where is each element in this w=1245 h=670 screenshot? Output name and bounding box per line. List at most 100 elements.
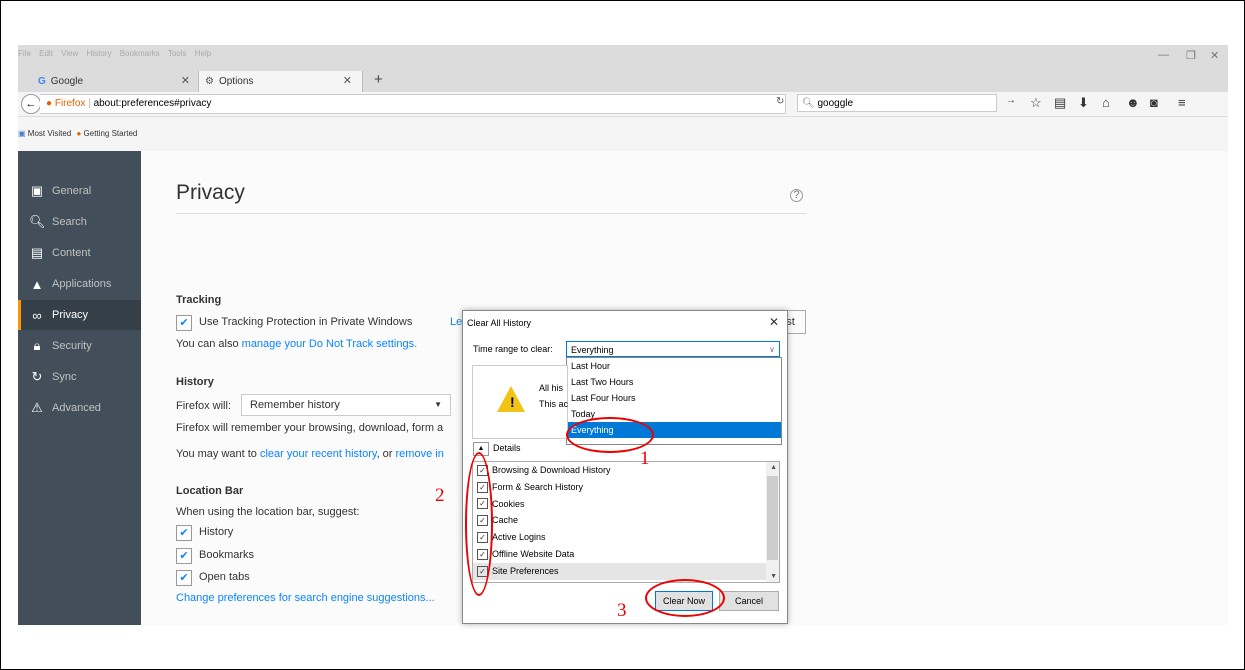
annotation-number-1: 1 bbox=[640, 448, 650, 469]
tracking-protection-checkbox[interactable]: ✔ bbox=[176, 315, 192, 331]
clear-recent-history-link[interactable]: clear your recent history bbox=[260, 448, 377, 460]
sidebar-item-general[interactable]: ▣ General bbox=[18, 176, 141, 206]
list-item-offline-data[interactable]: ✓ Offline Website Data bbox=[473, 546, 779, 563]
sidebar-item-sync[interactable]: ↻ Sync bbox=[18, 362, 141, 392]
list-item-cache[interactable]: ✓ Cache bbox=[473, 512, 779, 529]
range-option-last-four-hours[interactable]: Last Four Hours bbox=[567, 390, 781, 406]
menu-view[interactable]: View bbox=[61, 49, 78, 58]
minimize-icon[interactable]: — bbox=[1158, 49, 1169, 61]
pocket-icon[interactable]: ◙ bbox=[1150, 95, 1158, 110]
tab-bar: G Google ✕ ⚙ Options ✕ + bbox=[18, 70, 1228, 92]
home-icon[interactable]: ⌂ bbox=[1102, 95, 1110, 110]
suggest-bookmarks-label: Bookmarks bbox=[199, 549, 255, 561]
preferences-sidebar: ▣ General 🔍︎ Search ▤ Content ▲ Applications… bbox=[18, 151, 141, 625]
close-tab-icon[interactable]: ✕ bbox=[181, 74, 190, 87]
sidebar-item-privacy[interactable]: ∞ Privacy bbox=[18, 300, 141, 330]
url-text: about:preferences#privacy bbox=[93, 98, 212, 109]
scroll-thumb[interactable] bbox=[767, 476, 778, 560]
hello-icon[interactable]: ☻ bbox=[1126, 95, 1140, 110]
suggest-history-label: History bbox=[199, 526, 234, 538]
bookmark-star-icon[interactable]: ☆ bbox=[1030, 95, 1042, 111]
advanced-icon: ⚠ bbox=[31, 400, 43, 415]
chevron-down-icon: ∨ bbox=[769, 345, 775, 354]
list-item-browsing-history[interactable]: ✓ Browsing & Download History bbox=[473, 462, 779, 479]
search-icon: 🔍︎ bbox=[29, 214, 46, 229]
gear-icon: ⚙ bbox=[205, 76, 214, 87]
list-item-site-preferences[interactable]: ✓ Site Preferences bbox=[473, 562, 779, 580]
dialog-close-icon[interactable]: ✕ bbox=[769, 315, 779, 329]
scroll-down-icon[interactable]: ▼ bbox=[770, 573, 777, 580]
time-range-select[interactable]: Everything ∨ bbox=[566, 341, 780, 357]
search-go-icon[interactable]: → bbox=[1006, 95, 1016, 106]
history-description: Firefox will remember your browsing, dow… bbox=[176, 422, 444, 434]
location-bar-heading: Location Bar bbox=[176, 485, 244, 497]
menu-bookmarks[interactable]: Bookmarks bbox=[120, 49, 160, 58]
tracking-heading: Tracking bbox=[176, 294, 222, 306]
list-item-cookies[interactable]: ✓ Cookies bbox=[473, 496, 779, 513]
menu-file[interactable]: File bbox=[18, 49, 31, 58]
new-tab-icon[interactable]: + bbox=[374, 71, 383, 88]
search-bar[interactable]: 🔍︎ googgle bbox=[797, 94, 997, 112]
scroll-up-icon[interactable]: ▲ bbox=[770, 464, 777, 471]
history-heading: History bbox=[176, 376, 214, 388]
most-visited-icon: ▣ bbox=[18, 129, 26, 138]
warning-line-1: All his bbox=[539, 383, 564, 393]
range-option-last-two-hours[interactable]: Last Two Hours bbox=[567, 374, 781, 390]
reading-list-icon[interactable]: ▤ bbox=[1054, 95, 1066, 111]
suggest-history-checkbox[interactable]: ✔ bbox=[176, 525, 192, 541]
nav-bar: ← ● Firefox | about:preferences#privacy … bbox=[18, 92, 1228, 117]
close-tab-icon[interactable]: ✕ bbox=[343, 74, 352, 87]
sidebar-item-search[interactable]: 🔍︎ Search bbox=[18, 207, 141, 237]
range-option-last-hour[interactable]: Last Hour bbox=[567, 358, 781, 374]
reload-icon[interactable]: ↻ bbox=[776, 96, 784, 107]
general-icon: ▣ bbox=[30, 183, 44, 198]
applications-icon: ▲ bbox=[30, 276, 44, 292]
suggest-open-tabs-checkbox[interactable]: ✔ bbox=[176, 570, 192, 586]
sidebar-item-content[interactable]: ▤ Content bbox=[18, 238, 141, 268]
history-mode-select[interactable]: Remember history ▼ bbox=[241, 394, 451, 416]
firefox-will-label: Firefox will: bbox=[176, 400, 232, 412]
menu-tools[interactable]: Tools bbox=[168, 49, 187, 58]
cancel-button[interactable]: Cancel bbox=[719, 591, 779, 611]
url-brand: Firefox bbox=[54, 98, 86, 109]
manage-dnt-link[interactable]: manage your Do Not Track settings. bbox=[242, 338, 417, 350]
history-items-list: ✓ Browsing & Download History ✓ Form & Sea… bbox=[472, 461, 780, 583]
suggest-open-tabs-label: Open tabs bbox=[199, 571, 250, 583]
annotation-oval-clear-now bbox=[645, 579, 725, 617]
search-value: googgle bbox=[817, 98, 854, 109]
search-suggestions-link[interactable]: Change preferences for search engine sug… bbox=[176, 592, 435, 604]
sidebar-item-security[interactable]: 🔒︎ Security bbox=[18, 331, 141, 361]
dnt-text: You can also manage your Do Not Track se… bbox=[176, 338, 418, 350]
menu-help[interactable]: Help bbox=[195, 49, 211, 58]
list-item-active-logins[interactable]: ✓ Active Logins bbox=[473, 529, 779, 546]
list-scrollbar[interactable]: ▲ ▼ bbox=[766, 462, 779, 582]
annotation-number-3: 3 bbox=[617, 600, 627, 621]
close-window-icon[interactable]: ✕ bbox=[1210, 49, 1219, 62]
hamburger-menu-icon[interactable]: ≡ bbox=[1178, 95, 1186, 110]
restore-icon[interactable]: ❐ bbox=[1186, 49, 1196, 62]
annotation-oval-checkboxes bbox=[465, 452, 493, 596]
getting-started-icon: ● bbox=[76, 129, 82, 138]
tab-google[interactable]: G Google ✕ bbox=[32, 71, 200, 92]
download-icon[interactable]: ⬇ bbox=[1078, 95, 1089, 111]
remove-individual-cookies-link[interactable]: remove in bbox=[396, 448, 444, 460]
menu-edit[interactable]: Edit bbox=[39, 49, 53, 58]
dropdown-arrow-icon: ▼ bbox=[434, 400, 442, 409]
bookmark-most-visited[interactable]: Most Visited bbox=[28, 129, 71, 138]
tab-options[interactable]: ⚙ Options ✕ bbox=[198, 71, 363, 92]
details-label: Details bbox=[493, 443, 521, 453]
clear-history-text: You may want to clear your recent histor… bbox=[176, 448, 444, 460]
back-arrow-icon[interactable]: ← bbox=[21, 94, 41, 114]
bookmarks-toolbar: ▣ Most Visited ● Getting Started bbox=[18, 129, 1168, 143]
menu-history[interactable]: History bbox=[87, 49, 112, 58]
suggest-bookmarks-checkbox[interactable]: ✔ bbox=[176, 548, 192, 564]
tab-label: Google bbox=[50, 76, 84, 87]
help-icon[interactable]: ? bbox=[790, 189, 803, 202]
url-bar[interactable]: ● Firefox | about:preferences#privacy bbox=[40, 94, 786, 114]
sidebar-item-advanced[interactable]: ⚠ Advanced bbox=[18, 393, 141, 423]
tracking-protection-label: Use Tracking Protection in Private Windo… bbox=[199, 316, 413, 328]
bookmark-getting-started[interactable]: Getting Started bbox=[84, 129, 138, 138]
sidebar-item-applications[interactable]: ▲ Applications bbox=[18, 269, 141, 299]
time-range-label: Time range to clear: bbox=[473, 344, 553, 354]
list-item-form-history[interactable]: ✓ Form & Search History bbox=[473, 479, 779, 496]
